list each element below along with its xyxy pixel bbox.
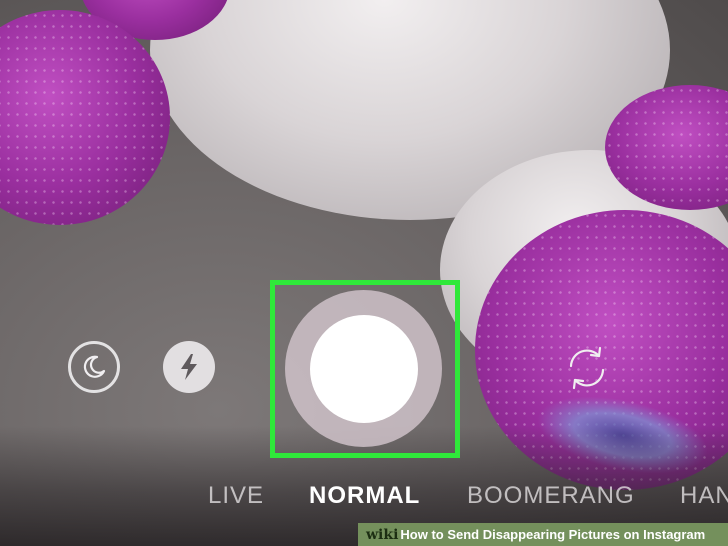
- mode-normal[interactable]: NORMAL: [309, 482, 420, 510]
- flash-button[interactable]: [163, 341, 215, 393]
- mode-selector: LIVE NORMAL BOOMERANG HAN: [0, 482, 728, 518]
- moon-icon: [83, 355, 106, 378]
- shutter-button[interactable]: [285, 290, 442, 447]
- mode-boomerang[interactable]: BOOMERANG: [467, 482, 635, 510]
- mode-live[interactable]: LIVE: [208, 482, 264, 510]
- flip-camera-icon: [569, 346, 605, 390]
- flip-camera-button[interactable]: [557, 342, 617, 394]
- mode-hands-free[interactable]: HAN: [680, 482, 728, 510]
- camera-viewfinder: [0, 0, 728, 546]
- footer-caption: How to Send Disappearing Pictures on Ins…: [400, 527, 706, 542]
- shutter-button-core: [309, 314, 418, 423]
- wikihow-footer: wiki How to Send Disappearing Pictures o…: [358, 523, 728, 546]
- night-mode-button[interactable]: [68, 341, 120, 393]
- wikihow-logo: wiki: [366, 526, 399, 543]
- flash-icon: [181, 354, 197, 380]
